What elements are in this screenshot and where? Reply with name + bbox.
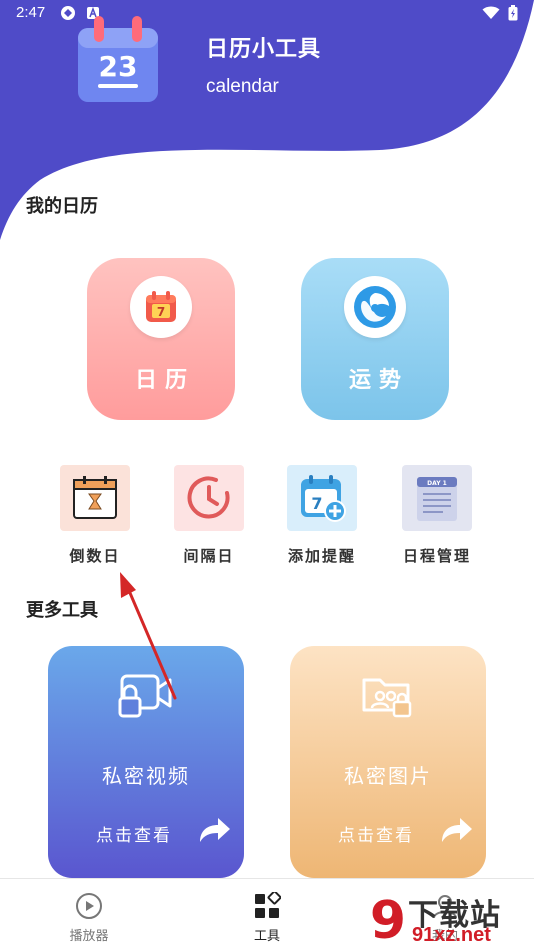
- share-arrow-icon[interactable]: [438, 814, 474, 846]
- share-arrow-icon[interactable]: [196, 814, 232, 846]
- app-logo-calendar-icon: 23: [78, 16, 158, 102]
- tool-interval-days-label: 间隔日: [183, 547, 235, 565]
- schedule-icon: DAY 1: [417, 477, 457, 521]
- private-image-cta[interactable]: 点击查看: [338, 821, 414, 846]
- tool-interval-days-tile: [174, 465, 244, 531]
- section-title-more-tools: 更多工具: [26, 600, 98, 621]
- play-icon: [74, 891, 104, 921]
- fortune-icon: [354, 286, 396, 328]
- private-video-cta[interactable]: 点击查看: [96, 821, 172, 846]
- clock-icon: [187, 476, 230, 519]
- status-icons-right: [482, 5, 518, 21]
- tool-add-reminder-label: 添加提醒: [287, 547, 356, 565]
- private-video-icon-wrap: [48, 670, 244, 722]
- private-image-title: 私密图片: [344, 764, 432, 788]
- svg-text:7: 7: [157, 305, 165, 319]
- tool-interval-days[interactable]: 间隔日: [159, 465, 259, 566]
- fortune-card-icon-circle: [344, 276, 406, 338]
- nav-item-tools[interactable]: 工具: [222, 879, 312, 950]
- svg-text:9: 9: [370, 891, 406, 950]
- private-image-card[interactable]: 私密图片 点击查看: [290, 646, 486, 878]
- app-title: 日历小工具: [206, 37, 322, 62]
- status-time: 2:47: [16, 4, 46, 21]
- tool-add-reminder-tile: 7: [287, 465, 357, 531]
- tool-schedule-management[interactable]: DAY 1 日程管理: [387, 465, 487, 566]
- tool-countdown-days-label: 倒数日: [69, 547, 121, 565]
- wifi-icon: [482, 6, 500, 19]
- tool-countdown-days[interactable]: 倒数日: [45, 465, 145, 566]
- private-video-icon: [118, 674, 172, 718]
- private-video-title: 私密视频: [102, 764, 190, 788]
- tool-schedule-management-tile: DAY 1: [402, 465, 472, 531]
- private-image-icon-wrap: [290, 670, 486, 722]
- calendar-card-icon-circle: 7: [130, 276, 192, 338]
- app-subtitle: calendar: [206, 76, 279, 97]
- svg-text:DAY 1: DAY 1: [427, 480, 447, 487]
- grid-icon: [252, 891, 282, 921]
- app-logo-day: 23: [99, 50, 138, 83]
- add-reminder-icon: 7: [301, 475, 346, 522]
- nav-item-tools-label: 工具: [253, 929, 280, 944]
- hourglass-calendar-icon: [73, 476, 117, 519]
- calendar-card[interactable]: 7 日历: [87, 258, 235, 420]
- private-image-icon: [362, 678, 412, 718]
- fortune-card-label: 运势: [348, 368, 409, 393]
- vpn-icon: [61, 6, 75, 20]
- fortune-card[interactable]: 运势: [301, 258, 449, 420]
- tool-schedule-management-label: 日程管理: [402, 547, 471, 565]
- nav-item-player[interactable]: 播放器: [44, 879, 134, 950]
- battery-icon: [508, 5, 518, 21]
- calendar-card-label: 日历: [134, 368, 195, 393]
- svg-text:7: 7: [311, 494, 322, 513]
- section-title-my-calendar: 我的日历: [26, 196, 98, 217]
- tool-add-reminder[interactable]: 7 添加提醒: [272, 465, 372, 566]
- tool-countdown-days-tile: [60, 465, 130, 531]
- nav-item-player-label: 播放器: [69, 929, 109, 944]
- watermark-url: 91xz.net: [412, 924, 491, 946]
- private-video-card[interactable]: 私密视频 点击查看: [48, 646, 244, 878]
- watermark: 9 下载站 91xz.net: [362, 888, 534, 950]
- calendar-icon: 7: [146, 291, 176, 322]
